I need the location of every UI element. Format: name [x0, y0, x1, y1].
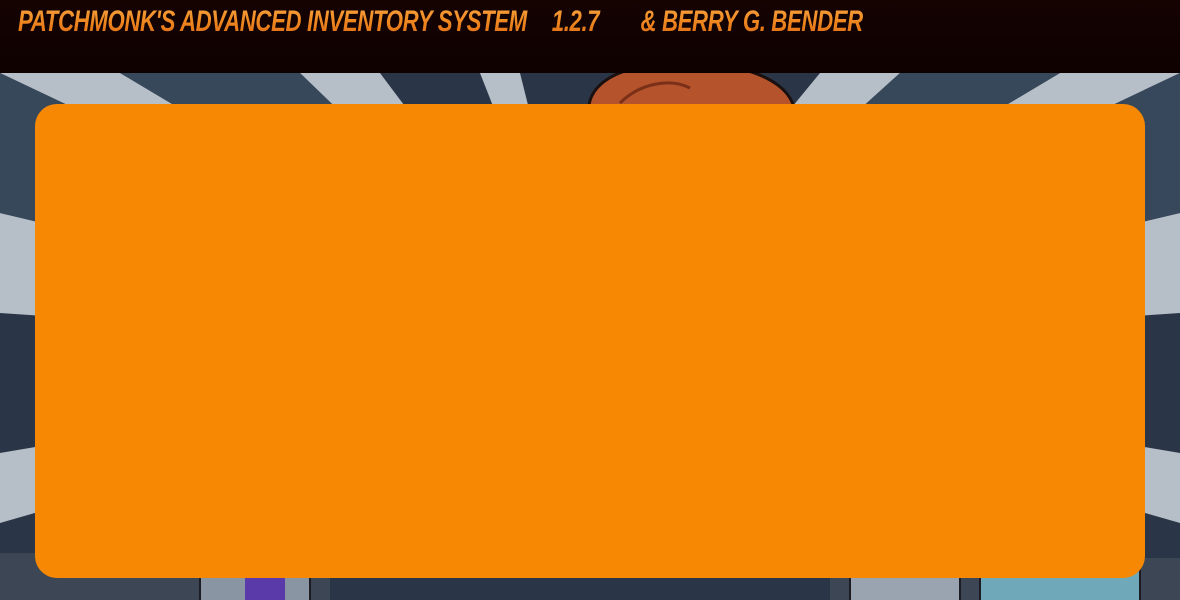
main-content-panel — [35, 104, 1145, 578]
app-title: Patchmonk's Advanced Inventory System — [18, 5, 527, 38]
app-credit: & Berry G. Bender — [640, 5, 863, 38]
app-version: 1.2.7 — [551, 5, 600, 38]
app-title-banner: Patchmonk's Advanced Inventory System 1.… — [18, 2, 863, 42]
app-header: Patchmonk's Advanced Inventory System 1.… — [0, 0, 1180, 73]
